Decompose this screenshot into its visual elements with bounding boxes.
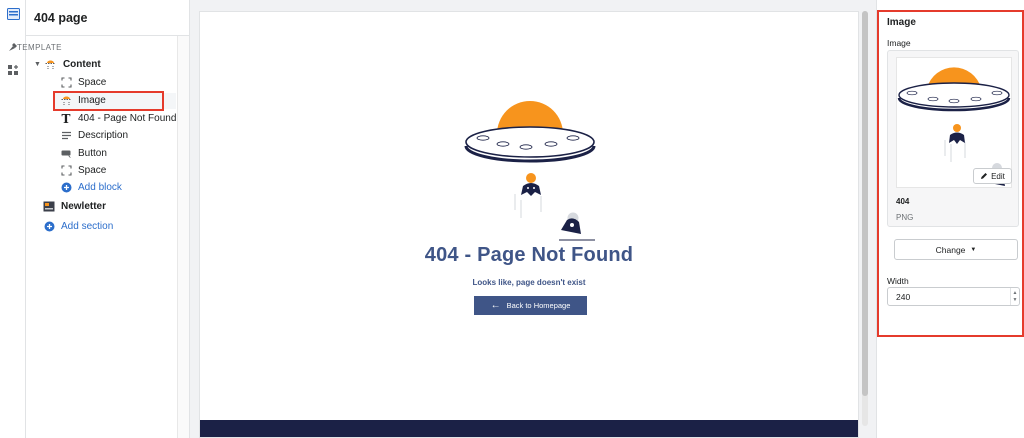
plus-circle-icon <box>60 182 72 194</box>
change-image-button[interactable]: Change ▼ <box>894 239 1018 260</box>
add-block-label: Add block <box>78 182 122 193</box>
back-to-homepage-button[interactable]: ← Back to Homepage <box>474 296 587 315</box>
tree-item-description[interactable]: Description <box>60 127 128 144</box>
stepper-up-icon[interactable]: ▲ <box>1013 290 1018 297</box>
sections-icon[interactable] <box>4 5 22 23</box>
add-section-button[interactable]: Add section <box>43 218 113 235</box>
tree-item-button[interactable]: Button <box>60 145 107 162</box>
caret-down-icon: ▼ <box>970 246 977 253</box>
number-stepper[interactable]: ▲ ▼ <box>1010 288 1019 305</box>
image-file-type: PNG <box>896 213 914 222</box>
footer-band <box>200 420 858 437</box>
tree-item-label: Space <box>78 165 107 176</box>
tree-item-content[interactable]: ▼ Content <box>34 56 101 73</box>
add-section-label: Add section <box>61 221 114 232</box>
paragraph-icon <box>60 130 72 142</box>
newsletter-section-icon <box>43 201 55 213</box>
ufo-illustration <box>464 101 596 241</box>
newsletter-label: Newletter <box>61 201 107 212</box>
page-title: 404 page <box>26 0 189 36</box>
image-file-name: 404 <box>896 197 910 206</box>
width-input[interactable]: 240 ▲ ▼ <box>887 287 1020 306</box>
page-preview: 404 - Page Not Found Looks like, page do… <box>199 11 859 438</box>
tree-item-label: Image <box>78 95 106 106</box>
tree-item-image[interactable]: Image <box>60 92 106 109</box>
space-icon <box>60 165 72 177</box>
inspector-title: Image <box>887 17 916 28</box>
sidebar-scrollbar[interactable] <box>177 36 189 438</box>
apps-icon[interactable] <box>4 61 22 79</box>
pencil-icon <box>981 173 988 179</box>
image-icon <box>60 95 72 107</box>
button-label: Back to Homepage <box>506 301 571 310</box>
template-heading: TEMPLATE <box>17 43 62 52</box>
tree-item-label: 404 - Page Not Found <box>78 113 177 124</box>
page-subtitle: Looks like, page doesn't exist <box>472 278 586 287</box>
width-value: 240 <box>896 291 911 302</box>
space-icon <box>60 77 72 89</box>
tree-item-space[interactable]: Space <box>60 74 106 91</box>
icon-rail <box>0 0 26 438</box>
stepper-down-icon[interactable]: ▼ <box>1013 297 1018 304</box>
chevron-down-icon[interactable]: ▼ <box>34 61 41 68</box>
change-label: Change <box>935 244 966 255</box>
tree-item-label: Space <box>78 77 107 88</box>
plus-circle-icon <box>43 221 55 233</box>
scrollbar-thumb[interactable] <box>862 11 868 396</box>
button-icon <box>60 148 72 160</box>
edit-label: Edit <box>991 171 1005 181</box>
page-title: 404 - Page Not Found <box>424 244 634 266</box>
arrow-left-icon: ← <box>490 300 501 311</box>
tree-item-space-2[interactable]: Space <box>60 162 106 179</box>
width-field-label: Width <box>887 276 909 286</box>
image-section-icon <box>45 59 57 71</box>
add-block-button[interactable]: Add block <box>60 179 122 196</box>
edit-image-button[interactable]: Edit <box>973 168 1012 184</box>
text-icon: T <box>61 111 71 126</box>
preview-scrollbar[interactable] <box>862 11 868 426</box>
content-label: Content <box>62 59 101 70</box>
tree-item-label: Button <box>78 148 107 159</box>
tree-item-newsletter[interactable]: Newletter <box>43 198 106 215</box>
tree-item-label: Description <box>78 130 129 141</box>
image-field-label: Image <box>887 38 911 48</box>
tree-item-heading[interactable]: T 404 - Page Not Found <box>60 110 177 127</box>
